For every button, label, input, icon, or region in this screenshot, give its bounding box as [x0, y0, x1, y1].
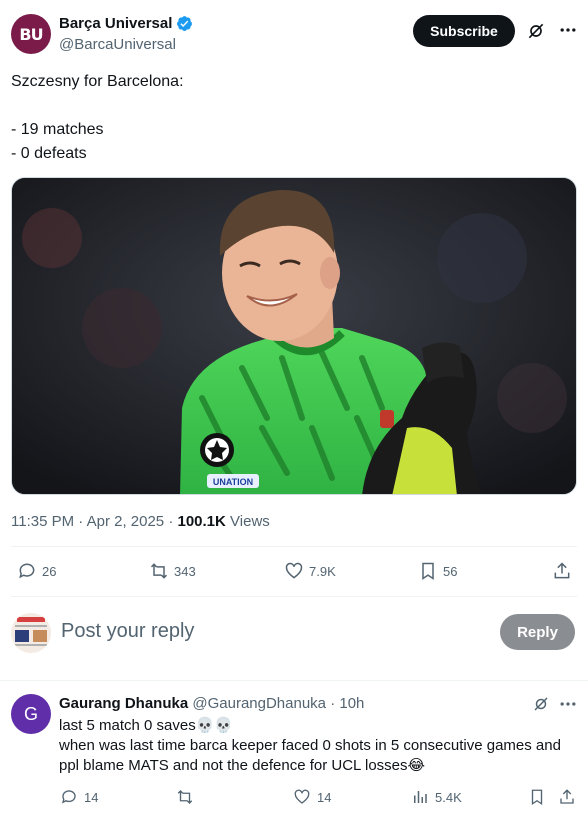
reply-button[interactable]: Reply [500, 614, 575, 650]
share-action[interactable] [552, 561, 572, 581]
author-name[interactable]: Barça Universal [59, 15, 172, 32]
comment-bookmark-action[interactable] [528, 788, 546, 806]
heart-icon [285, 562, 303, 579]
current-user-avatar[interactable] [11, 613, 51, 653]
comment-like-action[interactable]: 14 [293, 788, 331, 806]
tweet-line [11, 94, 571, 118]
author-name-row[interactable]: Barça Universal [59, 15, 193, 32]
tweet-line: Szczesny for Barcelona: [11, 73, 184, 90]
reply-action[interactable]: 26 [17, 561, 56, 581]
divider [11, 546, 577, 547]
divider [0, 680, 588, 681]
comment-actions: 14 14 5.4K [0, 786, 588, 812]
comment-like-count: 14 [317, 789, 332, 805]
grok-icon[interactable] [526, 21, 546, 41]
repost-icon [177, 790, 193, 804]
commenter-name[interactable]: Gaurang Dhanuka [59, 695, 188, 712]
tweet-photo[interactable]: UNATION [11, 177, 577, 495]
tweet-meta: 11:35 PM · Apr 2, 2025 · 100.1K Views [11, 513, 270, 530]
reply-input[interactable]: Post your reply [61, 620, 194, 643]
timestamp[interactable]: 11:35 PM · Apr 2, 2025 · [11, 513, 177, 530]
comment-reply-action[interactable]: 14 [60, 788, 98, 806]
verified-badge-icon [177, 16, 193, 31]
repost-count: 343 [174, 563, 196, 579]
divider [11, 596, 577, 597]
more-options-icon[interactable] [558, 694, 578, 714]
tweet-line: - 0 defeats [11, 145, 87, 162]
comment-repost-action[interactable] [176, 788, 194, 806]
like-action[interactable]: 7.9K [284, 561, 336, 581]
like-count: 7.9K [309, 563, 336, 579]
grok-icon[interactable] [532, 695, 550, 713]
tweet-line: - 19 matches [11, 121, 104, 138]
comment-reply-count: 14 [84, 789, 99, 805]
commenter-avatar[interactable]: G [11, 694, 51, 734]
views-count: 100.1K [177, 513, 226, 530]
reply-icon [61, 790, 76, 804]
bookmark-action[interactable]: 56 [418, 561, 457, 581]
tweet-text: Szczesny for Barcelona: - 19 matches - 0… [11, 70, 571, 166]
bookmark-count: 56 [443, 563, 458, 579]
share-icon [560, 789, 574, 804]
subscribe-button[interactable]: Subscribe [413, 15, 515, 47]
comment-views-count: 5.4K [435, 789, 462, 805]
share-icon [554, 562, 570, 579]
bookmark-icon [531, 789, 543, 806]
more-options-icon[interactable] [557, 20, 579, 40]
comment-time[interactable]: 10h [339, 695, 364, 712]
comment-views-action[interactable]: 5.4K [411, 788, 462, 806]
heart-icon [294, 789, 310, 804]
bookmark-icon [422, 562, 434, 580]
avatar-letter: G [23, 703, 38, 724]
reply-icon [19, 563, 35, 579]
author-avatar[interactable]: BU [11, 14, 51, 54]
tweet-actions: 26 343 7.9K 56 [0, 555, 588, 589]
comment-share-action[interactable] [558, 788, 576, 806]
kit-badge-text: UNATION [213, 477, 253, 487]
comment-header: Gaurang Dhanuka @GaurangDhanuka · 10h [59, 695, 365, 712]
commenter-handle[interactable]: @GaurangDhanuka [192, 695, 326, 712]
comment-line: when was last time barca keeper faced 0 … [59, 737, 561, 774]
repost-icon [150, 563, 168, 579]
reply-count: 26 [42, 563, 57, 579]
comment-text: last 5 match 0 saves💀💀 when was last tim… [59, 716, 579, 776]
views-label: Views [230, 513, 270, 530]
player-photo: UNATION [12, 178, 576, 494]
comment-line: last 5 match 0 saves💀💀 [59, 717, 234, 734]
author-handle[interactable]: @BarcaUniversal [59, 36, 176, 53]
avatar-initials: BU [19, 24, 43, 44]
repost-action[interactable]: 343 [149, 561, 196, 581]
analytics-icon [414, 791, 427, 803]
